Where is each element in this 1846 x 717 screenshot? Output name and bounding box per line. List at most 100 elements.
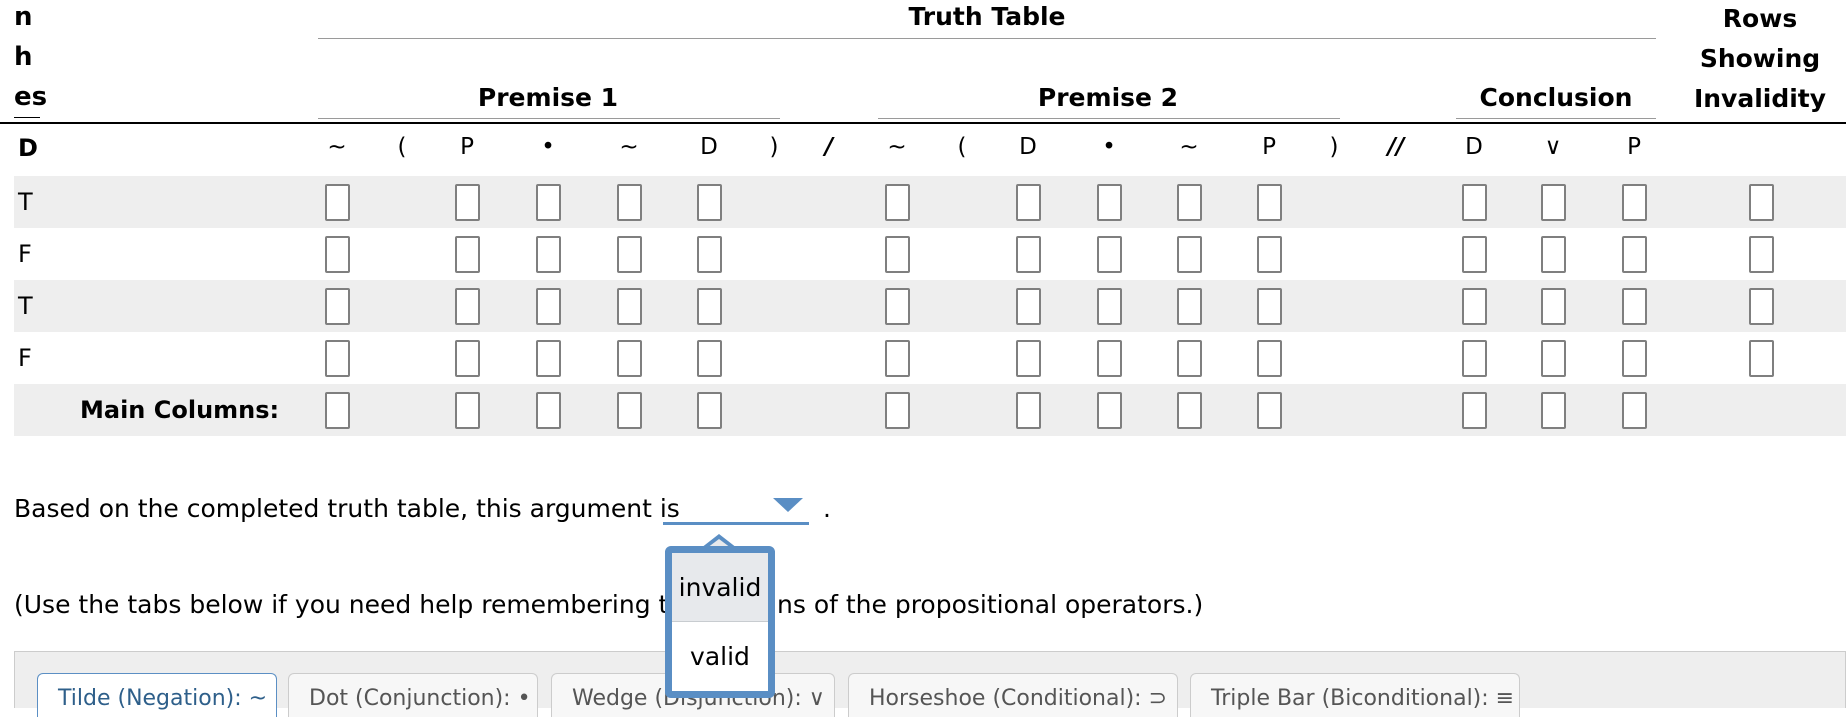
truth-value-input[interactable] [617,236,642,273]
truth-value-input[interactable] [455,184,480,221]
truth-value-input[interactable] [1462,340,1487,377]
truth-value-input[interactable] [1177,236,1202,273]
main-column-checkbox[interactable] [536,392,561,429]
truth-value-input[interactable] [536,340,561,377]
column-header-symbol: D [700,134,718,160]
column-header-symbol: / [824,134,834,160]
truth-value-input[interactable] [1177,340,1202,377]
row-label-3: T [18,292,33,320]
truth-value-input[interactable] [1097,184,1122,221]
column-header-symbol: ~ [619,134,639,160]
truth-value-input[interactable] [455,288,480,325]
column-header-symbol: ∨ [1544,134,1562,160]
truth-value-input[interactable] [1016,340,1041,377]
main-column-checkbox[interactable] [1016,392,1041,429]
tab-tilde-negation[interactable]: Tilde (Negation): ~ [37,673,277,717]
invalidity-row-checkbox[interactable] [1749,184,1774,221]
truth-value-input[interactable] [885,340,910,377]
truth-table-title: Truth Table [908,2,1066,31]
truth-value-input[interactable] [885,236,910,273]
main-column-checkbox[interactable] [1462,392,1487,429]
truth-value-input[interactable] [1177,288,1202,325]
dropdown-option-valid[interactable]: valid [672,622,768,691]
left-header-fragment-2: h [14,42,33,72]
truth-value-input[interactable] [1541,236,1566,273]
truth-value-input[interactable] [1622,288,1647,325]
main-column-checkbox[interactable] [1097,392,1122,429]
truth-value-input[interactable] [1622,340,1647,377]
truth-value-input[interactable] [1257,340,1282,377]
chevron-down-icon [773,498,803,512]
main-column-checkbox[interactable] [1177,392,1202,429]
truth-value-input[interactable] [1016,184,1041,221]
truth-value-input[interactable] [1097,288,1122,325]
truth-table-rule [318,38,1656,39]
truth-value-input[interactable] [1257,288,1282,325]
truth-value-input[interactable] [885,184,910,221]
truth-value-input[interactable] [697,184,722,221]
truth-value-input[interactable] [1016,288,1041,325]
column-header-symbol: ~ [327,134,347,160]
truth-value-input[interactable] [455,236,480,273]
truth-value-input[interactable] [1462,236,1487,273]
truth-value-input[interactable] [325,184,350,221]
main-column-checkbox[interactable] [617,392,642,429]
main-column-checkbox[interactable] [455,392,480,429]
column-header-symbol: ) [769,134,779,160]
tab-dot-conjunction[interactable]: Dot (Conjunction): • [288,673,538,717]
dropdown-option-invalid[interactable]: invalid [672,553,768,622]
column-header-symbol: D [1019,134,1037,160]
truth-value-input[interactable] [697,288,722,325]
invalidity-row-checkbox[interactable] [1749,288,1774,325]
main-column-checkbox[interactable] [885,392,910,429]
truth-value-input[interactable] [1177,184,1202,221]
truth-value-input[interactable] [325,288,350,325]
invalidity-row-checkbox[interactable] [1749,340,1774,377]
truth-value-input[interactable] [325,340,350,377]
help-text: (Use the tabs below if you need help rem… [14,590,685,619]
truth-value-input[interactable] [536,184,561,221]
main-column-checkbox[interactable] [697,392,722,429]
truth-value-input[interactable] [697,340,722,377]
rows-showing-invalidity-line3: Invalidity [1693,84,1827,113]
truth-value-input[interactable] [1541,288,1566,325]
truth-value-input[interactable] [1541,184,1566,221]
row-band-3 [14,280,1846,332]
truth-value-input[interactable] [1016,236,1041,273]
truth-value-input[interactable] [1257,184,1282,221]
validity-dropdown[interactable] [663,494,809,525]
truth-value-input[interactable] [617,340,642,377]
sentence-period: . [823,494,831,523]
truth-value-input[interactable] [1622,184,1647,221]
tab-horseshoe-conditional[interactable]: Horseshoe (Conditional): ⊃ [848,673,1178,717]
truth-value-input[interactable] [697,236,722,273]
truth-value-input[interactable] [1257,236,1282,273]
truth-value-input[interactable] [1622,236,1647,273]
main-column-checkbox[interactable] [1541,392,1566,429]
truth-value-input[interactable] [455,340,480,377]
truth-value-input[interactable] [1097,340,1122,377]
invalidity-row-checkbox[interactable] [1749,236,1774,273]
truth-value-input[interactable] [1462,184,1487,221]
conclusion-sentence: Based on the completed truth table, this… [14,494,680,523]
truth-value-input[interactable] [1097,236,1122,273]
column-header-symbol: P [460,134,474,160]
main-column-checkbox[interactable] [1622,392,1647,429]
column-header-symbol: • [541,134,555,160]
truth-value-input[interactable] [536,236,561,273]
conclusion-title: Conclusion [1479,83,1633,112]
rows-showing-invalidity-line2: Showing [1699,44,1821,73]
truth-value-input[interactable] [325,236,350,273]
truth-value-input[interactable] [617,184,642,221]
column-header-symbol: ( [397,134,407,160]
main-column-checkbox[interactable] [1257,392,1282,429]
column-header-symbol: • [1102,134,1116,160]
truth-value-input[interactable] [1462,288,1487,325]
column-header-symbol: D [1465,134,1483,160]
tab-triple-bar-biconditional[interactable]: Triple Bar (Biconditional): ≡ [1190,673,1520,717]
main-column-checkbox[interactable] [325,392,350,429]
truth-value-input[interactable] [1541,340,1566,377]
truth-value-input[interactable] [536,288,561,325]
truth-value-input[interactable] [885,288,910,325]
truth-value-input[interactable] [617,288,642,325]
